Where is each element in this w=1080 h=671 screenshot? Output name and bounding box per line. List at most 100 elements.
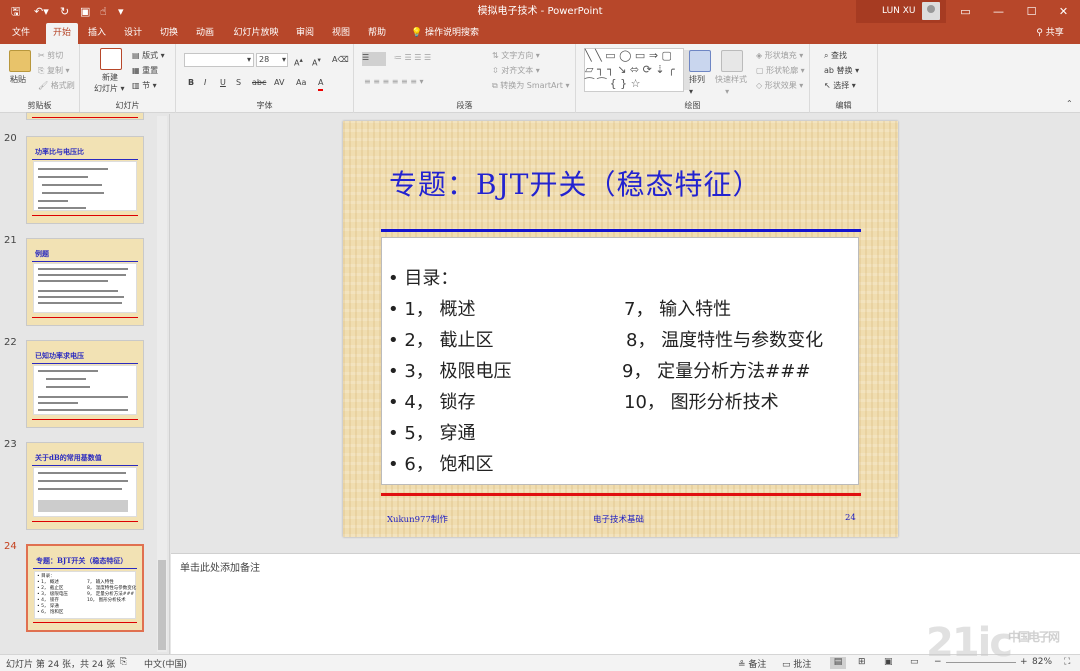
font-name-input[interactable]: ▾ bbox=[184, 53, 254, 67]
close-button[interactable]: ✕ bbox=[1047, 0, 1080, 23]
strikethrough-button[interactable]: abc bbox=[252, 77, 266, 89]
new-slide-icon[interactable] bbox=[100, 48, 122, 70]
replace-button[interactable]: ab 替换 ▾ bbox=[824, 65, 859, 77]
section-button[interactable]: ▥ 节 ▾ bbox=[132, 80, 157, 92]
current-slide[interactable]: 专题：BJT开关（稳态特征） • 目录： • 1， 概述 • 2， 截止区 • … bbox=[343, 121, 898, 537]
quick-styles-button[interactable]: 快速样式 ▾ bbox=[715, 74, 747, 98]
scrollbar-handle[interactable] bbox=[158, 560, 166, 650]
tab-home[interactable]: 开始 bbox=[46, 23, 78, 44]
slide-thumbnail[interactable]: 关于dB的常用基数值 bbox=[26, 442, 144, 530]
fit-slide-icon[interactable]: ⛶ bbox=[1064, 657, 1070, 667]
comments-toggle[interactable]: ▭ 批注 bbox=[782, 657, 811, 670]
character-spacing-button[interactable]: AV bbox=[274, 77, 284, 89]
tab-help[interactable]: 帮助 bbox=[362, 23, 392, 44]
font-size-input[interactable]: 28 ▾ bbox=[256, 53, 288, 67]
status-bar: 幻灯片 第 24 张，共 24 张 ⎘ 中文(中国) ≗ 备注 ▭ 批注 ▤ ⊞… bbox=[0, 654, 1080, 671]
thumb-item: • 2， 截止区 bbox=[37, 586, 64, 591]
paste-icon[interactable] bbox=[9, 50, 31, 72]
font-color-button[interactable]: A bbox=[318, 77, 324, 91]
bullet-item: • 1， 概述 bbox=[388, 299, 476, 320]
tab-design[interactable]: 设计 bbox=[118, 23, 148, 44]
bold-button[interactable]: B bbox=[188, 77, 194, 89]
slide-thumbnail[interactable]: 例题 bbox=[26, 238, 144, 326]
text-direction-button[interactable]: ⇅ 文字方向 ▾ bbox=[492, 50, 540, 62]
language-indicator[interactable]: 中文(中国) bbox=[144, 657, 187, 670]
bullets-icon[interactable]: ☰ bbox=[362, 52, 386, 66]
normal-view-icon[interactable]: ▤ bbox=[830, 657, 846, 669]
thumb-item: 7， 输入特性 bbox=[87, 580, 114, 585]
reset-button[interactable]: ▦ 重置 bbox=[132, 65, 158, 77]
cut-button[interactable]: ✂ 剪切 bbox=[38, 50, 63, 62]
thumb-heading: • 目录： bbox=[37, 574, 55, 579]
content-placeholder[interactable]: • 目录： • 1， 概述 • 2， 截止区 • 3， 极限电压 • 4， 锁存… bbox=[381, 237, 859, 485]
shape-fill-button[interactable]: ◈ 形状填充 ▾ bbox=[756, 50, 803, 62]
align-icons[interactable]: ≡ ≡ ≡ ≡ ≡ ≡ ▾ bbox=[364, 76, 424, 88]
change-case-button[interactable]: Aa bbox=[296, 77, 306, 89]
decrease-font-icon[interactable]: A▾ bbox=[312, 54, 321, 70]
share-button[interactable]: ⚲ 共享 bbox=[1026, 23, 1074, 44]
tab-animations[interactable]: 动画 bbox=[190, 23, 220, 44]
thumb-text-line bbox=[38, 290, 118, 292]
thumbnail-title: 功率比与电压比 bbox=[35, 147, 84, 156]
thumbnail-scrollbar[interactable] bbox=[157, 116, 167, 652]
thumb-text-line bbox=[38, 472, 126, 474]
watermark-logo: 21ic 中国电子网 bbox=[926, 620, 1060, 666]
arrange-button[interactable]: 排列 ▾ bbox=[689, 74, 705, 98]
tab-transitions[interactable]: 切换 bbox=[154, 23, 184, 44]
thumb-text-line bbox=[46, 386, 90, 388]
zoom-in-icon[interactable]: + bbox=[1020, 657, 1028, 667]
align-text-button[interactable]: ⇳ 对齐文本 ▾ bbox=[492, 65, 540, 77]
notes-toggle[interactable]: ≗ 备注 bbox=[738, 657, 766, 670]
shadow-button[interactable]: S bbox=[236, 77, 241, 89]
tab-file[interactable]: 文件 bbox=[6, 23, 36, 44]
editing-group: ⌕ 查找 ab 替换 ▾ ↖ 选择 ▾ 编辑 bbox=[810, 44, 878, 113]
tab-slideshow[interactable]: 幻灯片放映 bbox=[226, 23, 286, 44]
numbering-icon[interactable]: ≔ ☰ ☰ ☰ bbox=[394, 52, 431, 64]
underline-button[interactable]: U bbox=[220, 77, 226, 89]
select-button[interactable]: ↖ 选择 ▾ bbox=[824, 80, 856, 92]
ribbon-display-button[interactable]: ▭ bbox=[949, 0, 982, 23]
thumb-item: • 1， 概述 bbox=[37, 580, 59, 585]
zoom-level[interactable]: 82% bbox=[1032, 657, 1052, 667]
bullet-item: • 3， 极限电压 bbox=[388, 361, 512, 382]
align-text-label: 对齐文本 bbox=[501, 66, 534, 75]
slide-title[interactable]: 专题：BJT开关（稳态特征） bbox=[389, 163, 761, 203]
avatar[interactable] bbox=[922, 2, 940, 20]
tab-view[interactable]: 视图 bbox=[326, 23, 356, 44]
clear-formatting-icon[interactable]: A⌫ bbox=[332, 54, 349, 66]
tell-me-search[interactable]: 💡 操作说明搜索 bbox=[400, 23, 490, 44]
collapse-ribbon-icon[interactable]: ⌃ bbox=[1066, 98, 1073, 110]
thumb-text-line bbox=[38, 370, 98, 372]
new-slide-text: 幻灯片 bbox=[94, 84, 118, 93]
reading-view-icon[interactable]: ▣ bbox=[884, 657, 893, 667]
tab-insert[interactable]: 插入 bbox=[82, 23, 112, 44]
maximize-button[interactable]: ☐ bbox=[1015, 0, 1048, 23]
shape-effects-button[interactable]: ◇ 形状效果 ▾ bbox=[756, 80, 803, 92]
footer-course: 电子技术基础 bbox=[593, 515, 645, 525]
notes-placeholder[interactable]: 单击此处添加备注 bbox=[180, 559, 260, 574]
minimize-button[interactable]: — bbox=[982, 0, 1015, 23]
arrange-icon[interactable] bbox=[689, 50, 711, 72]
slideshow-icon[interactable]: ▭ bbox=[910, 657, 919, 667]
new-slide-label-2[interactable]: 幻灯片 ▾ bbox=[94, 83, 125, 95]
italic-button[interactable]: I bbox=[204, 77, 206, 89]
copy-button[interactable]: ⎘ 复制 ▾ bbox=[38, 65, 70, 77]
title-bar: 🖫 ↶▾ ↻ ▣ ☝ ▾ 模拟电子技术 - PowerPoint LUN XU … bbox=[0, 0, 1080, 23]
find-button[interactable]: ⌕ 查找 bbox=[824, 50, 847, 62]
quick-styles-icon[interactable] bbox=[721, 50, 743, 72]
slide-thumbnail[interactable]: 已知功率求电压 bbox=[26, 340, 144, 428]
slide-thumbnail[interactable]: 功率比与电压比 bbox=[26, 136, 144, 224]
layout-button[interactable]: ▤ 版式 ▾ bbox=[132, 50, 165, 62]
tab-review[interactable]: 审阅 bbox=[290, 23, 320, 44]
slide-thumbnail-selected[interactable]: 专题：BJT开关（稳态特征） • 目录： • 1， 概述 • 2， 截止区 • … bbox=[26, 544, 144, 632]
smartart-button[interactable]: ⧉ 转换为 SmartArt ▾ bbox=[492, 80, 569, 92]
spellcheck-icon[interactable]: ⎘ bbox=[120, 657, 127, 667]
slide-sorter-icon[interactable]: ⊞ bbox=[858, 657, 866, 667]
shape-outline-button[interactable]: ▢ 形状轮廓 ▾ bbox=[756, 65, 805, 77]
paste-button[interactable]: 粘贴 bbox=[10, 74, 26, 86]
slide-thumbnail-19[interactable] bbox=[26, 112, 144, 120]
increase-font-icon[interactable]: A▴ bbox=[294, 54, 303, 70]
paragraph-group: ☰ ≔ ☰ ☰ ☰ ⇅ 文字方向 ▾ ⇳ 对齐文本 ▾ ⧉ 转换为 SmartA… bbox=[354, 44, 576, 113]
format-painter-button[interactable]: 🖌 格式刷 bbox=[38, 80, 75, 92]
shapes-gallery[interactable]: ╲ ╲ ▭ ◯ ▭ ⇒ ▢ ▱ ┐ ┐ ↘ ⬄ ⟳ ⇣ ╭ ⁀ ⁀ { } ☆ bbox=[584, 48, 684, 92]
